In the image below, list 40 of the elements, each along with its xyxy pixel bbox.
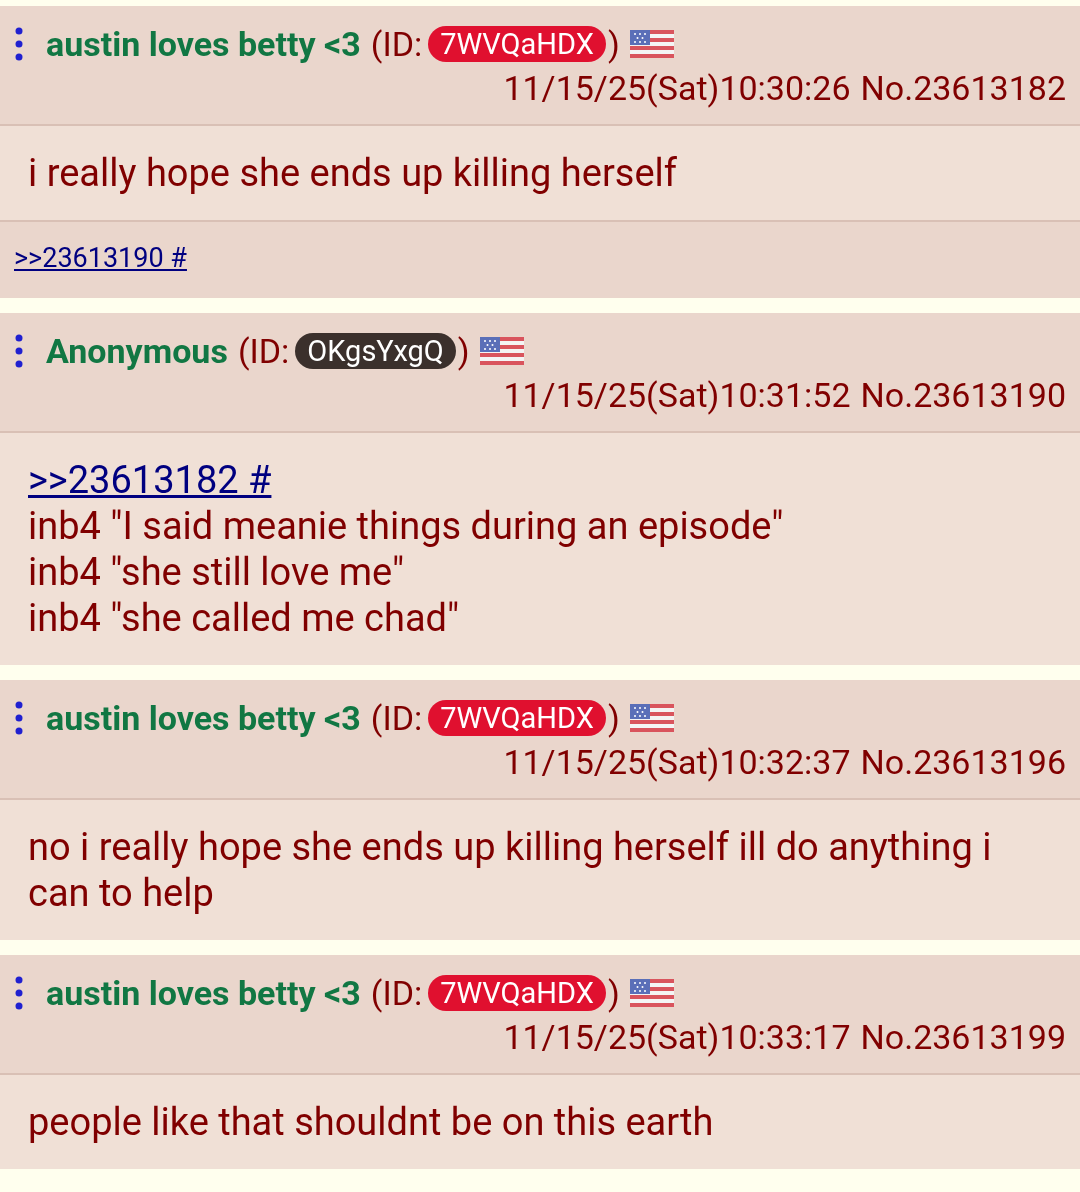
id-label: (ID: bbox=[237, 330, 290, 373]
post-text: no i really hope she ends up killing herself ill do anything i can to help bbox=[28, 824, 993, 916]
id-label: ) bbox=[607, 697, 620, 740]
menu-icon[interactable] bbox=[14, 976, 24, 1010]
menu-icon[interactable] bbox=[14, 334, 24, 368]
id-label: ) bbox=[607, 23, 620, 66]
menu-icon[interactable] bbox=[14, 27, 24, 61]
flag-icon bbox=[629, 704, 674, 732]
poster-name: austin loves betty <3 bbox=[46, 972, 361, 1015]
flag-icon bbox=[629, 979, 674, 1007]
id-label: (ID: bbox=[370, 697, 423, 740]
quote-link[interactable]: >>23613182 # bbox=[28, 457, 272, 503]
backlink[interactable]: >>23613190 # bbox=[14, 240, 187, 276]
post-number[interactable]: No.23613190 bbox=[860, 373, 1066, 417]
poster-name: austin loves betty <3 bbox=[46, 23, 361, 66]
post-text: inb4 "I said meanie things during an episode" bbox=[28, 503, 785, 549]
flag-icon bbox=[629, 30, 674, 58]
id-label: (ID: bbox=[370, 23, 423, 66]
post-date: 11/15/25(Sat)10:32:37 bbox=[503, 741, 851, 784]
id-label: ) bbox=[607, 972, 620, 1015]
post-number[interactable]: No.23613182 bbox=[860, 66, 1066, 110]
poster-name: austin loves betty <3 bbox=[46, 697, 361, 740]
poster-id[interactable]: 7WVQaHDX bbox=[428, 975, 606, 1011]
post-text: people like that shouldnt be on this earth bbox=[28, 1099, 715, 1145]
post-text: inb4 "she called me chad" bbox=[28, 595, 461, 641]
post-date: 11/15/25(Sat)10:31:52 bbox=[503, 374, 851, 417]
post-date: 11/15/25(Sat)10:30:26 bbox=[503, 67, 851, 110]
poster-id[interactable]: OKgsYxgQ bbox=[295, 333, 456, 369]
post-date: 11/15/25(Sat)10:33:17 bbox=[503, 1016, 851, 1059]
id-label: (ID: bbox=[370, 972, 423, 1015]
menu-icon[interactable] bbox=[14, 701, 24, 735]
poster-id[interactable]: 7WVQaHDX bbox=[428, 26, 606, 62]
poster-id[interactable]: 7WVQaHDX bbox=[428, 700, 606, 736]
post-number[interactable]: No.23613199 bbox=[860, 1015, 1066, 1059]
id-label: ) bbox=[457, 330, 470, 373]
post-number[interactable]: No.23613196 bbox=[860, 740, 1066, 784]
post-text: i really hope she ends up killing herself bbox=[28, 150, 678, 196]
post-text: inb4 "she still love me" bbox=[28, 549, 406, 595]
flag-icon bbox=[479, 337, 524, 365]
poster-name: Anonymous bbox=[46, 330, 228, 373]
